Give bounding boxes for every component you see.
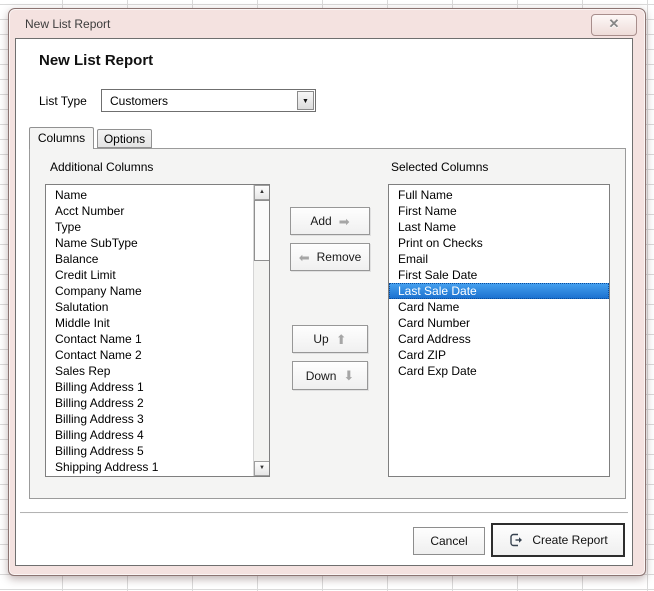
tab-columns[interactable]: Columns xyxy=(29,127,94,149)
down-button-label: Down xyxy=(305,368,337,383)
create-report-button-label: Create Report xyxy=(532,533,608,547)
scrollbar-thumb[interactable] xyxy=(254,200,269,261)
list-item[interactable]: Middle Init xyxy=(46,315,253,331)
list-item[interactable]: Card Name xyxy=(389,299,609,315)
list-item[interactable]: Type xyxy=(46,219,253,235)
list-item[interactable]: Billing Address 3 xyxy=(46,411,253,427)
list-item[interactable]: Card Address xyxy=(389,331,609,347)
additional-columns-listbox[interactable]: Name Acct Number Type Name SubType Balance Cr… xyxy=(45,184,270,477)
chevron-down-icon[interactable]: ▼ xyxy=(297,91,314,110)
list-item[interactable]: Sales Rep xyxy=(46,363,253,379)
page-title: New List Report xyxy=(39,52,154,69)
scroll-down-button[interactable]: ▼ xyxy=(254,461,269,476)
list-type-selected-value: Customers xyxy=(110,94,169,108)
titlebar[interactable]: New List Report ✕ xyxy=(9,9,645,38)
list-item[interactable]: Contact Name 1 xyxy=(46,331,253,347)
arrow-right-icon: ➡ xyxy=(338,213,350,229)
additional-columns-list: Name Acct Number Type Name SubType Balance Cr… xyxy=(46,185,253,475)
vertical-scrollbar[interactable]: ▲ ▼ xyxy=(253,185,269,476)
close-icon: ✕ xyxy=(608,17,620,32)
list-item[interactable]: Billing Address 2 xyxy=(46,395,253,411)
list-item[interactable]: Acct Number xyxy=(46,203,253,219)
tab-options-label: Options xyxy=(103,132,146,146)
remove-button[interactable]: ⬅ Remove xyxy=(290,243,370,271)
selected-columns-listbox[interactable]: Full Name First Name Last Name Print on Che… xyxy=(388,184,610,477)
list-item[interactable]: Name xyxy=(46,187,253,203)
list-item[interactable]: Card ZIP xyxy=(389,347,609,363)
scroll-up-button[interactable]: ▲ xyxy=(254,185,269,200)
arrow-up-icon: ⬆ xyxy=(335,331,347,347)
columns-tab-page: Additional Columns Selected Columns Name… xyxy=(29,148,626,499)
list-item[interactable]: Last Sale Date xyxy=(389,283,609,299)
list-item[interactable]: Salutation xyxy=(46,299,253,315)
footer-divider xyxy=(20,512,628,513)
close-button[interactable]: ✕ xyxy=(591,14,637,36)
list-type-combobox[interactable]: Customers ▼ xyxy=(101,89,316,112)
list-item[interactable]: Credit Limit xyxy=(46,267,253,283)
excel-worksheet-background: New List Report ✕ New List Report List T… xyxy=(0,0,654,591)
list-item[interactable]: Balance xyxy=(46,251,253,267)
scroll-down-icon: ▼ xyxy=(259,465,265,471)
dialog-client-area: New List Report List Type Customers ▼ Op… xyxy=(15,38,633,566)
additional-columns-label: Additional Columns xyxy=(50,160,154,174)
selected-columns-label: Selected Columns xyxy=(391,160,489,174)
remove-button-label: Remove xyxy=(316,250,362,264)
new-list-report-dialog: New List Report ✕ New List Report List T… xyxy=(8,8,646,576)
list-item[interactable]: Billing Address 5 xyxy=(46,443,253,459)
tab-options[interactable]: Options xyxy=(97,129,152,148)
list-item[interactable]: Shipping Address 1 xyxy=(46,459,253,475)
scroll-up-icon: ▲ xyxy=(259,189,265,195)
list-item[interactable]: Company Name xyxy=(46,283,253,299)
window-title: New List Report xyxy=(25,17,111,31)
cancel-button-label: Cancel xyxy=(430,534,468,548)
arrow-left-icon: ⬅ xyxy=(298,249,310,265)
create-report-icon xyxy=(510,533,523,547)
list-item[interactable]: Billing Address 4 xyxy=(46,427,253,443)
selected-columns-list: Full Name First Name Last Name Print on Che… xyxy=(389,185,609,379)
up-button[interactable]: Up ⬆ xyxy=(292,325,368,353)
list-item[interactable]: First Name xyxy=(389,203,609,219)
up-button-label: Up xyxy=(313,332,329,346)
list-item[interactable]: Email xyxy=(389,251,609,267)
list-item[interactable]: Full Name xyxy=(389,187,609,203)
tab-columns-label: Columns xyxy=(37,131,86,145)
add-button-label: Add xyxy=(310,214,332,228)
list-item[interactable]: Print on Checks xyxy=(389,235,609,251)
list-item[interactable]: Contact Name 2 xyxy=(46,347,253,363)
create-report-button[interactable]: Create Report xyxy=(491,523,625,557)
list-item[interactable]: Card Exp Date xyxy=(389,363,609,379)
list-item[interactable]: First Sale Date xyxy=(389,267,609,283)
list-item[interactable]: Name SubType xyxy=(46,235,253,251)
list-item[interactable]: Billing Address 1 xyxy=(46,379,253,395)
add-button[interactable]: Add ➡ xyxy=(290,207,370,235)
list-item[interactable]: Card Number xyxy=(389,315,609,331)
cancel-button[interactable]: Cancel xyxy=(413,527,485,555)
list-item[interactable]: Last Name xyxy=(389,219,609,235)
list-type-label: List Type xyxy=(39,94,87,108)
arrow-down-icon: ⬇ xyxy=(343,368,355,383)
down-button[interactable]: Down ⬇ xyxy=(292,361,368,390)
